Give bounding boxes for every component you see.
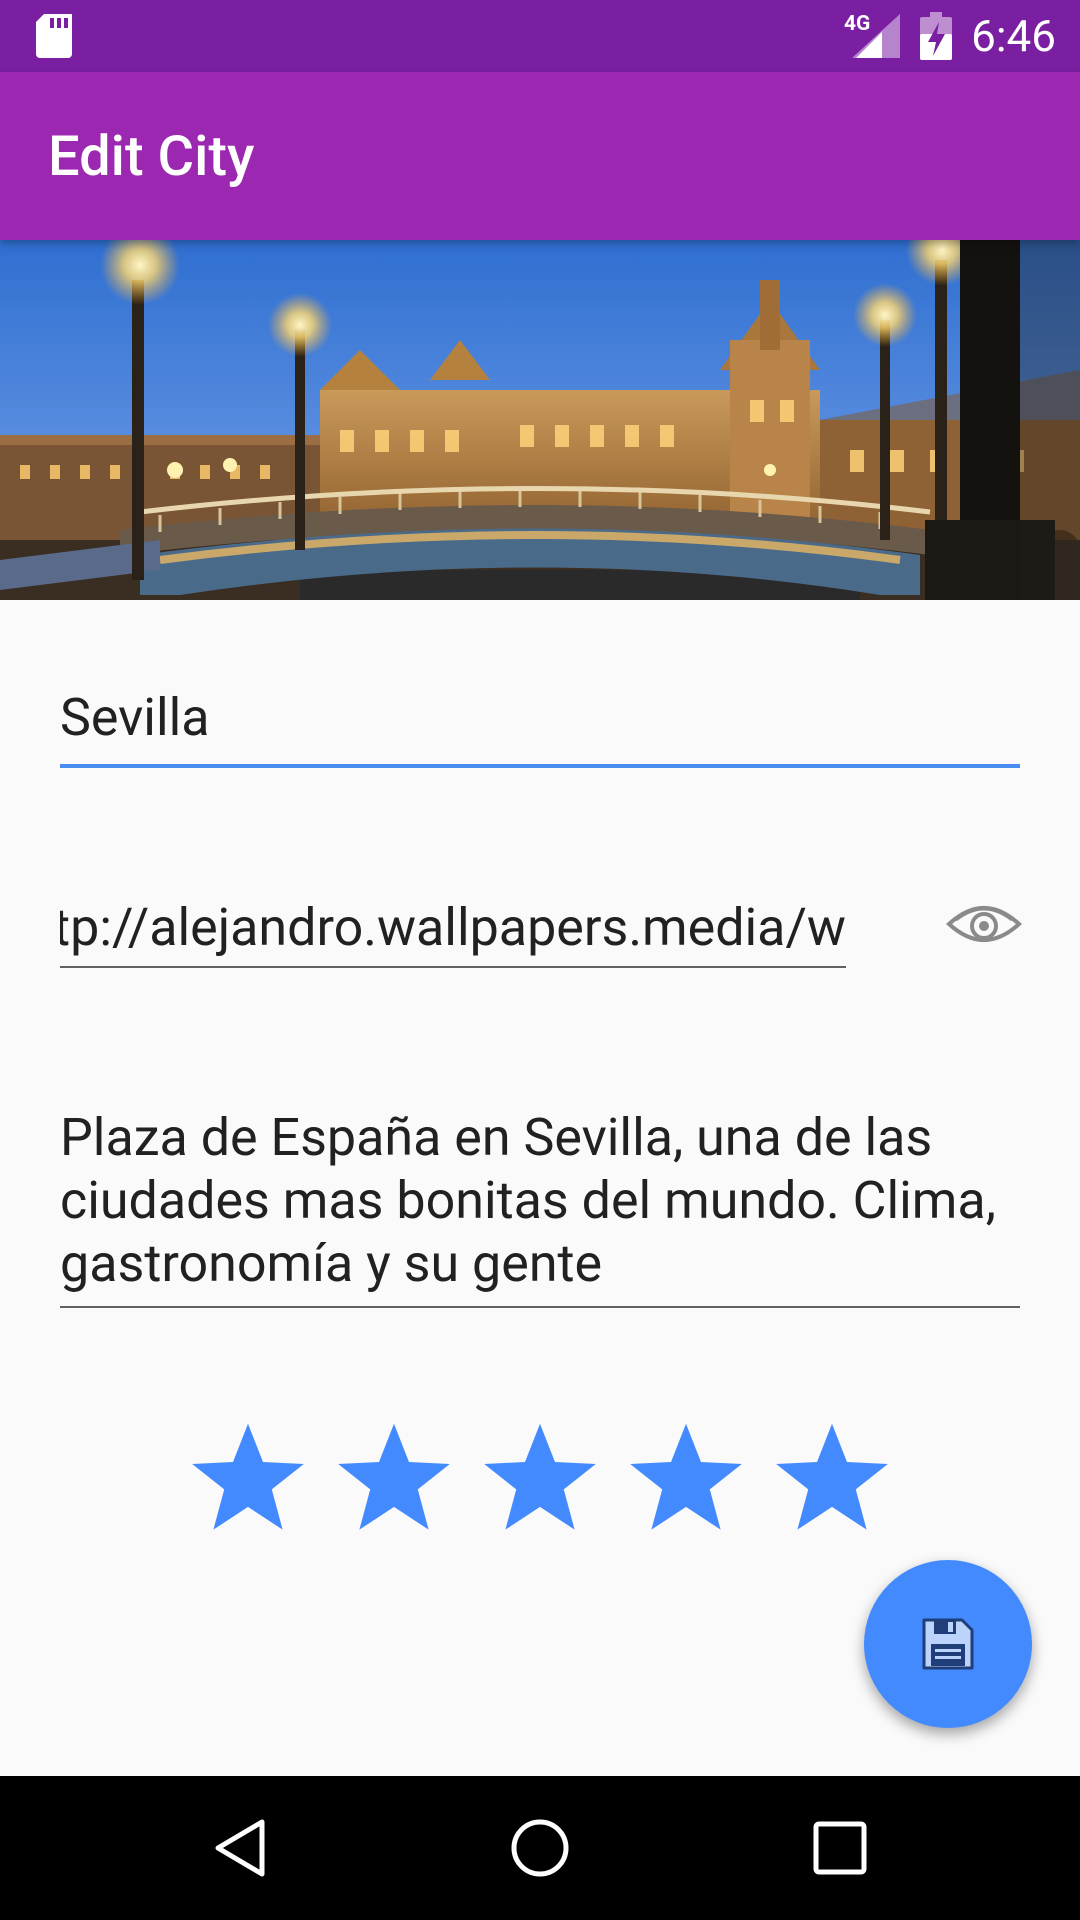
signal-icon — [852, 14, 900, 58]
city-description-field[interactable]: Plaza de España en Sevilla, una de las c… — [60, 1106, 1020, 1308]
city-name-field[interactable] — [60, 680, 1020, 768]
city-description-input[interactable]: Plaza de España en Sevilla, una de las c… — [60, 1106, 1020, 1295]
save-button[interactable] — [864, 1560, 1032, 1728]
image-url-input[interactable]: http://alejandro.wallpapers.media/w — [60, 890, 846, 966]
recents-button[interactable] — [804, 1812, 876, 1884]
back-triangle-icon — [215, 1819, 265, 1877]
star-icon[interactable] — [476, 1416, 604, 1540]
city-photo-illustration — [0, 240, 1080, 600]
floppy-disk-icon — [922, 1618, 974, 1670]
star-icon[interactable] — [184, 1416, 312, 1540]
home-button[interactable] — [504, 1812, 576, 1884]
app-bar: Edit City — [0, 72, 1080, 240]
city-photo — [0, 240, 1080, 600]
star-icon[interactable] — [768, 1416, 896, 1540]
star-icon[interactable] — [622, 1416, 750, 1540]
page-title: Edit City — [48, 123, 255, 189]
star-icon[interactable] — [330, 1416, 458, 1540]
status-bar: 4G 6:46 — [0, 0, 1080, 72]
battery-charging-icon — [920, 12, 952, 60]
sd-card-icon — [36, 14, 72, 58]
preview-image-button[interactable] — [944, 888, 1024, 960]
status-clock: 6:46 — [971, 10, 1056, 62]
home-circle-icon — [511, 1819, 569, 1877]
system-navigation-bar — [0, 1776, 1080, 1920]
image-url-field[interactable]: http://alejandro.wallpapers.media/w — [60, 890, 846, 968]
eye-icon — [946, 906, 1022, 942]
back-button[interactable] — [204, 1812, 276, 1884]
city-name-input[interactable] — [60, 680, 1020, 756]
rating-bar[interactable] — [184, 1416, 896, 1540]
recents-square-icon — [813, 1821, 867, 1875]
